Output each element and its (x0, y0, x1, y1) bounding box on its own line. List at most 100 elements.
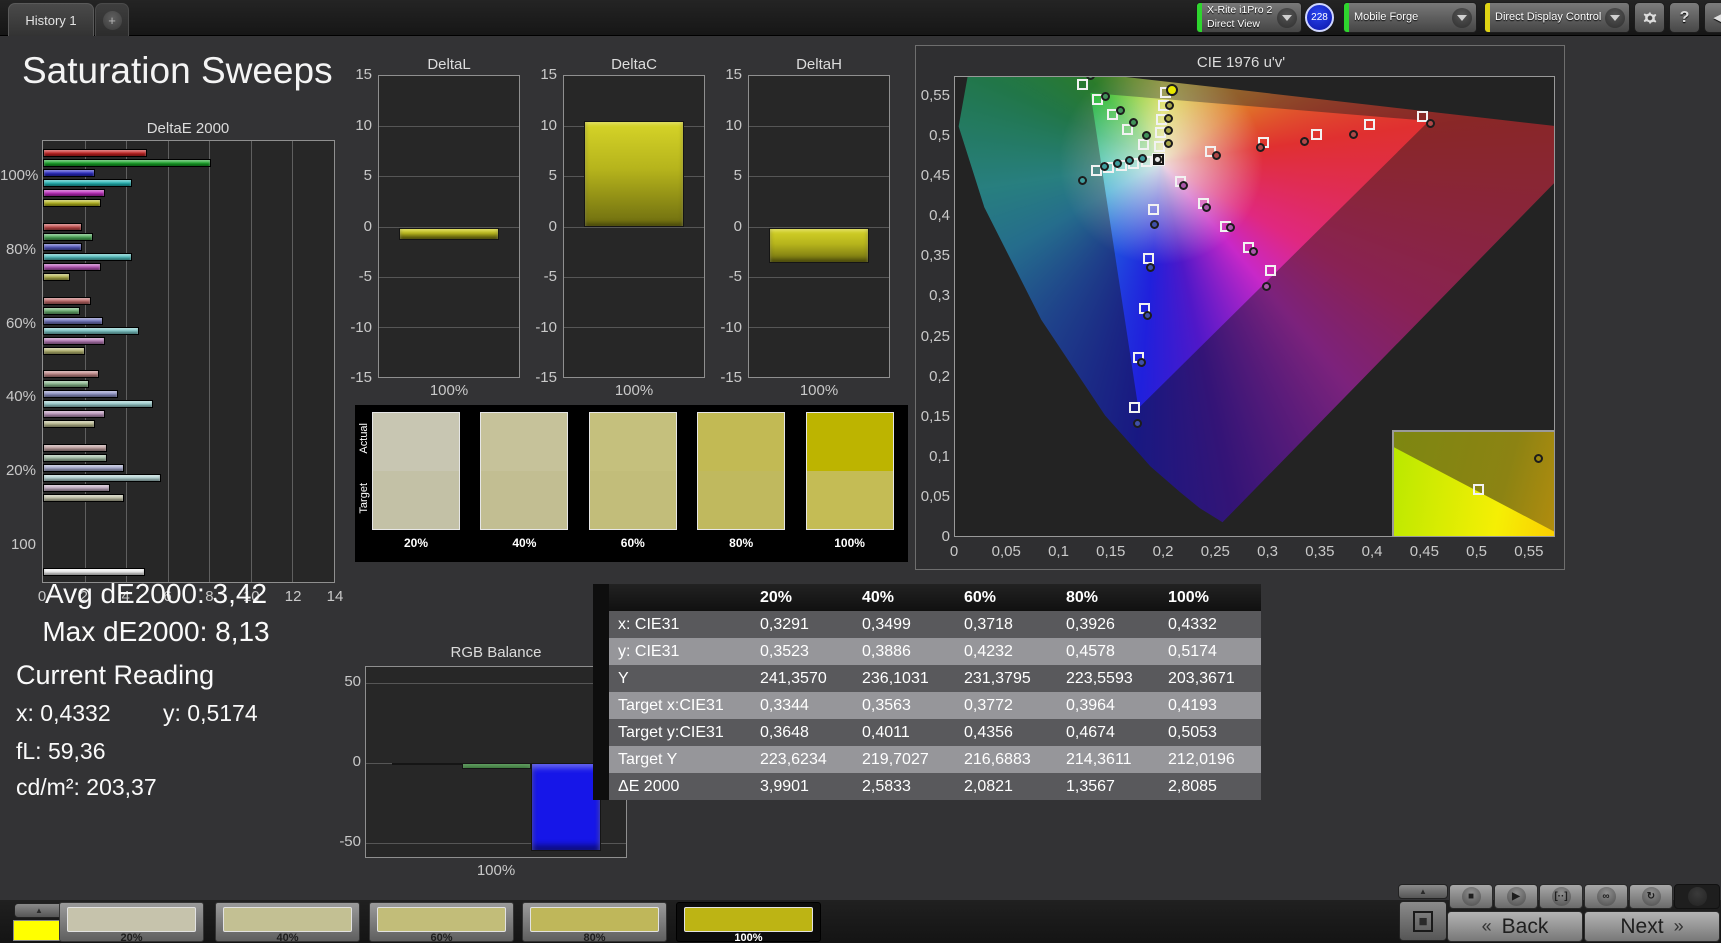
deltae-group-label: 80% (5, 240, 36, 258)
cie-inset-target-square (1472, 483, 1484, 495)
deltae-bar-magenta (43, 336, 106, 345)
table-row: x: CIE31 0,3291 0,3499 0,3718 0,3926 0,4332 (593, 611, 1261, 638)
add-tab-button[interactable]: + (95, 3, 129, 36)
deltae-bar-red (43, 444, 108, 453)
patch-color (377, 907, 506, 932)
table-value-cell: 214,3611 (1066, 750, 1132, 768)
deltaL-y-tick: 10 (355, 116, 372, 134)
play-button[interactable]: ▶ (1494, 884, 1538, 909)
cie-chart-plot (954, 76, 1555, 537)
cie-measure-green (1101, 92, 1111, 102)
actual-target-swatch-panel: Actual Target 20% 40% 60% 80% 100% (355, 405, 908, 562)
deltae-bar-yellow (43, 420, 95, 429)
gridline (749, 276, 889, 278)
cie-x-tick: 0,15 (1096, 543, 1126, 560)
stop-button[interactable]: ■ (1449, 884, 1493, 909)
cie-measure-cyan (1078, 176, 1088, 186)
deltae-bar-magenta (43, 188, 106, 197)
patch-label: 100% (734, 932, 763, 943)
help-button[interactable]: ? (1669, 2, 1700, 33)
chevron-down-icon (1277, 7, 1297, 28)
gridline (84, 141, 86, 582)
patch-button-40%[interactable]: 40% (215, 902, 360, 943)
cie-measure-cyan (1112, 158, 1122, 168)
cie-y-tick: 0 (941, 528, 950, 545)
refresh-button[interactable]: ↻ (1629, 884, 1673, 909)
deltaH-title: DeltaH (796, 56, 842, 73)
disabled-transport-button[interactable] (1674, 884, 1720, 909)
up-arrow-icon: ▲ (35, 906, 43, 915)
deltae-bar-cyan (43, 178, 133, 187)
cie-y-tick: 0,45 (920, 167, 950, 185)
next-button[interactable]: Next » (1584, 911, 1720, 942)
deltae-bar-yellow (43, 568, 145, 577)
cie-measure-red (1349, 129, 1359, 139)
deltae-bar-yellow (43, 346, 85, 355)
patch-button-80%[interactable]: 80% (522, 902, 667, 943)
back-button-label: Back (1501, 914, 1549, 938)
source-dropdown[interactable]: Mobile Forge (1343, 2, 1477, 33)
target-row-label: Target (358, 483, 370, 514)
deltae-bar-blue (43, 242, 83, 251)
cie-y-tick: 0,4 (929, 207, 950, 225)
meter-count-badge[interactable]: 228 (1305, 3, 1334, 32)
table-value-cell: 0,4578 (1066, 642, 1115, 660)
tab-history-1[interactable]: History 1 (8, 3, 94, 36)
stop-icon: ■ (1413, 910, 1433, 932)
deltae2000-chart-title: DeltaE 2000 (146, 120, 230, 137)
collapse-patch-tray-button[interactable]: ▲ (14, 903, 64, 918)
patch-button-20%[interactable]: 20% (59, 902, 204, 943)
settings-button[interactable] (1634, 2, 1665, 33)
swatch-compare-80% (697, 412, 786, 530)
double-chevron-left-icon: « (1481, 916, 1492, 936)
cie-y-tick: 0,15 (920, 407, 950, 425)
deltae-bar-yellow (43, 198, 102, 207)
play-icon: ▶ (1506, 887, 1526, 906)
cie-measure-green (1141, 131, 1151, 141)
gridline (379, 126, 519, 128)
swatch-compare-40% (480, 412, 569, 530)
previous-page-button[interactable]: ◀ (1704, 2, 1721, 33)
cie-measure-yellow (1163, 125, 1173, 135)
gridline (564, 326, 704, 328)
deltaH-y-tick: -10 (720, 318, 742, 336)
deltaL-x-label: 100% (429, 382, 469, 399)
cie-x-tick: 0,25 (1200, 543, 1230, 560)
deltae-bar-blue (43, 168, 95, 177)
deltae-bar-red (43, 370, 100, 379)
cie-measure-cyan (1100, 161, 1110, 171)
patch-button-100%[interactable]: 100% (676, 902, 821, 943)
table-row: Target Y 223,6234 219,7027 216,6883 214,3611… (593, 746, 1261, 773)
current-reading-heading: Current Reading (16, 660, 215, 690)
deltae-bar-cyan (43, 252, 133, 261)
deltae-bar-cyan (43, 400, 154, 409)
rgb-bar-red (392, 763, 463, 765)
stop-measure-button[interactable]: ■ (1399, 901, 1447, 941)
table-value-cell: 0,3718 (964, 615, 1013, 633)
cie-chart-title: CIE 1976 u'v' (1196, 54, 1286, 71)
loop-range-button[interactable]: [··] (1539, 884, 1583, 909)
table-column-header: 80% (1066, 588, 1099, 606)
patch-button-60%[interactable]: 60% (369, 902, 514, 943)
page-title: Saturation Sweeps (22, 50, 333, 91)
patch-color (684, 907, 813, 932)
display-control-dropdown[interactable]: Direct Display Control (1484, 2, 1630, 33)
patch-label: 20% (120, 932, 143, 943)
deltae-bar-green (43, 158, 212, 167)
cie-target-magenta (1264, 264, 1276, 276)
cie-zoom-inset (1392, 430, 1554, 536)
deltae-bar-cyan (43, 326, 139, 335)
cie-x-tick: 0 (949, 543, 959, 560)
back-button[interactable]: « Back (1447, 911, 1583, 942)
deltaL-y-tick: 5 (363, 167, 372, 184)
meter-dropdown[interactable]: X-Rite i1Pro 2 Direct View (1196, 2, 1302, 33)
rgb-y-tick: 0 (352, 753, 361, 770)
gridline (749, 326, 889, 328)
continuous-button[interactable]: ∞ (1584, 884, 1628, 909)
cie-measure-magenta (1226, 223, 1236, 233)
table-value-cell: 0,3563 (862, 696, 911, 714)
up-arrow-icon: ▲ (1419, 887, 1427, 896)
rgb-bar-green (462, 763, 532, 770)
gridline (564, 276, 704, 278)
collapse-transport-button[interactable]: ▲ (1398, 884, 1448, 899)
